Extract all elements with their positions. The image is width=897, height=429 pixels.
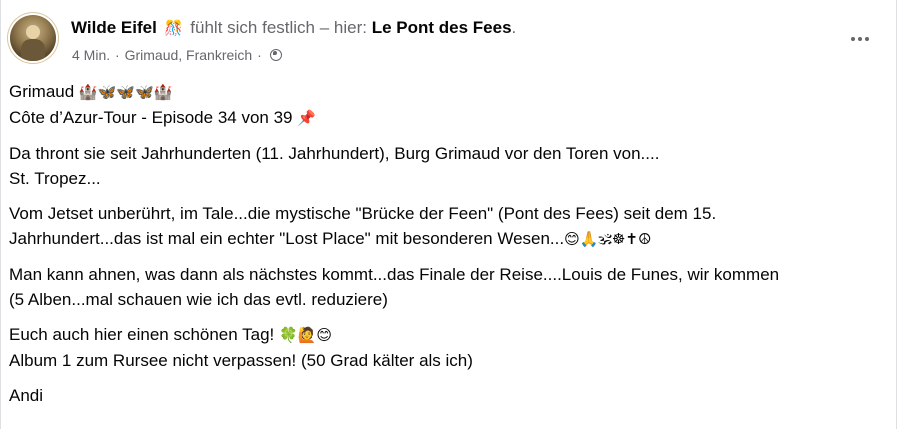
- avatar[interactable]: [10, 15, 56, 61]
- meta-separator-2: ·: [257, 47, 262, 63]
- text-span: Grimaud: [9, 82, 75, 101]
- paragraph-2: Da thront sie seit Jahrhunderten (11. Ja…: [9, 141, 888, 191]
- text-line: Grimaud 🏰🦋🦋🦋🏰: [9, 79, 888, 105]
- text-span: Jahrhundert...das ist mal ein echter "Lo…: [9, 229, 565, 248]
- paragraph-1: Grimaud 🏰🦋🦋🦋🏰 Côte d’Azur-Tour - Episode…: [9, 79, 888, 131]
- paragraph-3: Vom Jetset unberührt, im Tale...die myst…: [9, 201, 888, 252]
- avatar-body: [21, 39, 45, 61]
- emoji-row: 😊🙏🕉☸✝☮: [564, 230, 652, 248]
- text-span: Côte d’Azur-Tour - Episode 34 von 39: [9, 108, 293, 127]
- more-options-button[interactable]: [842, 24, 878, 54]
- facebook-post: Wilde Eifel 🎊 fühlt sich festlich – hier…: [0, 0, 897, 429]
- signature: Andi: [9, 386, 44, 405]
- text-line: Vom Jetset unberührt, im Tale...die myst…: [9, 204, 717, 223]
- more-dot-icon: [851, 37, 855, 41]
- place-link[interactable]: Grimaud, Frankreich: [125, 47, 253, 63]
- feeling-text: fühlt sich festlich – hier:: [190, 18, 367, 37]
- header-period: .: [511, 18, 517, 37]
- text-line: Da thront sie seit Jahrhunderten (11. Ja…: [9, 144, 660, 163]
- globe-icon[interactable]: [269, 49, 282, 61]
- paragraph-5: Euch auch hier einen schönen Tag! 🍀🙋😊 Al…: [9, 322, 888, 373]
- more-dot-icon: [865, 37, 869, 41]
- text-line: St. Tropez...: [9, 169, 101, 188]
- timestamp[interactable]: 4 Min.: [72, 47, 110, 63]
- text-line: (5 Alben...mal schauen wie ich das evtl.…: [9, 290, 388, 309]
- castle-butterfly-emojis: 🏰🦋🦋🦋🏰: [78, 83, 173, 101]
- text-line: Album 1 zum Rursee nicht verpassen! (50 …: [9, 351, 473, 370]
- author-name[interactable]: Wilde Eifel: [71, 18, 157, 37]
- text-line: Jahrhundert...das ist mal ein echter "Lo…: [9, 226, 888, 252]
- paragraph-4: Man kann ahnen, was dann als nächstes ko…: [9, 262, 888, 312]
- post-content: Grimaud 🏰🦋🦋🦋🏰 Côte d’Azur-Tour - Episode…: [9, 79, 888, 418]
- post-meta: 4 Min. · Grimaud, Frankreich ·: [72, 46, 282, 64]
- clover-wave-smile-emojis: 🍀🙋😊: [279, 326, 333, 344]
- confetti-icon: 🎊: [164, 19, 183, 37]
- location-link[interactable]: Le Pont des Fees: [372, 18, 512, 37]
- pushpin-icon: 📌: [297, 109, 316, 127]
- text-span: Euch auch hier einen schönen Tag!: [9, 325, 275, 344]
- text-line: Côte d’Azur-Tour - Episode 34 von 39 📌: [9, 105, 888, 131]
- text-line: Man kann ahnen, was dann als nächstes ko…: [9, 265, 780, 284]
- meta-separator: ·: [115, 47, 120, 63]
- paragraph-6: Andi: [9, 383, 888, 408]
- text-line: Euch auch hier einen schönen Tag! 🍀🙋😊: [9, 322, 888, 348]
- post-header: Wilde Eifel 🎊 fühlt sich festlich – hier…: [71, 17, 516, 39]
- avatar-head: [26, 25, 40, 39]
- more-dot-icon: [858, 37, 862, 41]
